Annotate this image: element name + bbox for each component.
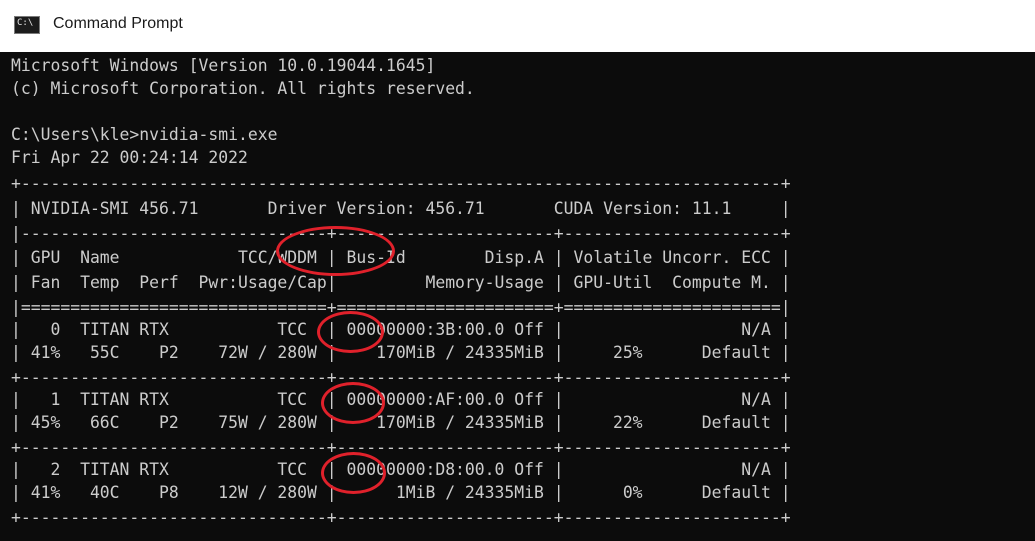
- table-row-gpu2-line2: | 41% 40C P8 12W / 280W | 1MiB / 24335Mi…: [11, 483, 791, 502]
- table-header-row-1: | GPU Name TCC/WDDM | Bus-Id Disp.A | Vo…: [11, 248, 791, 267]
- table-row-version-info: | NVIDIA-SMI 456.71 Driver Version: 456.…: [11, 199, 791, 218]
- console-line-version: Microsoft Windows [Version 10.0.19044.16…: [11, 56, 436, 75]
- console-line-timestamp: Fri Apr 22 00:24:14 2022: [11, 148, 248, 167]
- table-row-gpu1-line2: | 45% 66C P2 75W / 280W | 170MiB / 24335…: [11, 413, 791, 432]
- table-row-gpu0-line1: | 0 TITAN RTX TCC | 00000000:3B:00.0 Off…: [11, 320, 791, 339]
- console-icon: C:\: [14, 16, 40, 34]
- table-border-bottom: +-------------------------------+-------…: [11, 508, 791, 527]
- command-prompt-window: C:\ Command Prompt Microsoft Windows [Ve…: [0, 0, 1035, 541]
- table-separator: |-------------------------------+-------…: [11, 224, 791, 243]
- console-output[interactable]: Microsoft Windows [Version 10.0.19044.16…: [0, 52, 1035, 541]
- table-row-gpu2-line1: | 2 TITAN RTX TCC | 00000000:D8:00.0 Off…: [11, 460, 791, 479]
- console-icon-glyph: C:\: [17, 18, 34, 28]
- console-line-command: C:\Users\kle>nvidia-smi.exe: [11, 125, 278, 144]
- table-border-top: +---------------------------------------…: [11, 174, 791, 193]
- table-header-divider: |===============================+=======…: [11, 298, 791, 317]
- console-line-copyright: (c) Microsoft Corporation. All rights re…: [11, 79, 475, 98]
- window-title: Command Prompt: [53, 15, 183, 32]
- table-header-row-2: | Fan Temp Perf Pwr:Usage/Cap| Memory-Us…: [11, 273, 791, 292]
- table-row-separator: +-------------------------------+-------…: [11, 368, 791, 387]
- table-row-separator: +-------------------------------+-------…: [11, 438, 791, 457]
- table-row-gpu0-line2: | 41% 55C P2 72W / 280W | 170MiB / 24335…: [11, 343, 791, 362]
- table-row-gpu1-line1: | 1 TITAN RTX TCC | 00000000:AF:00.0 Off…: [11, 390, 791, 409]
- title-bar[interactable]: C:\ Command Prompt: [0, 0, 1035, 52]
